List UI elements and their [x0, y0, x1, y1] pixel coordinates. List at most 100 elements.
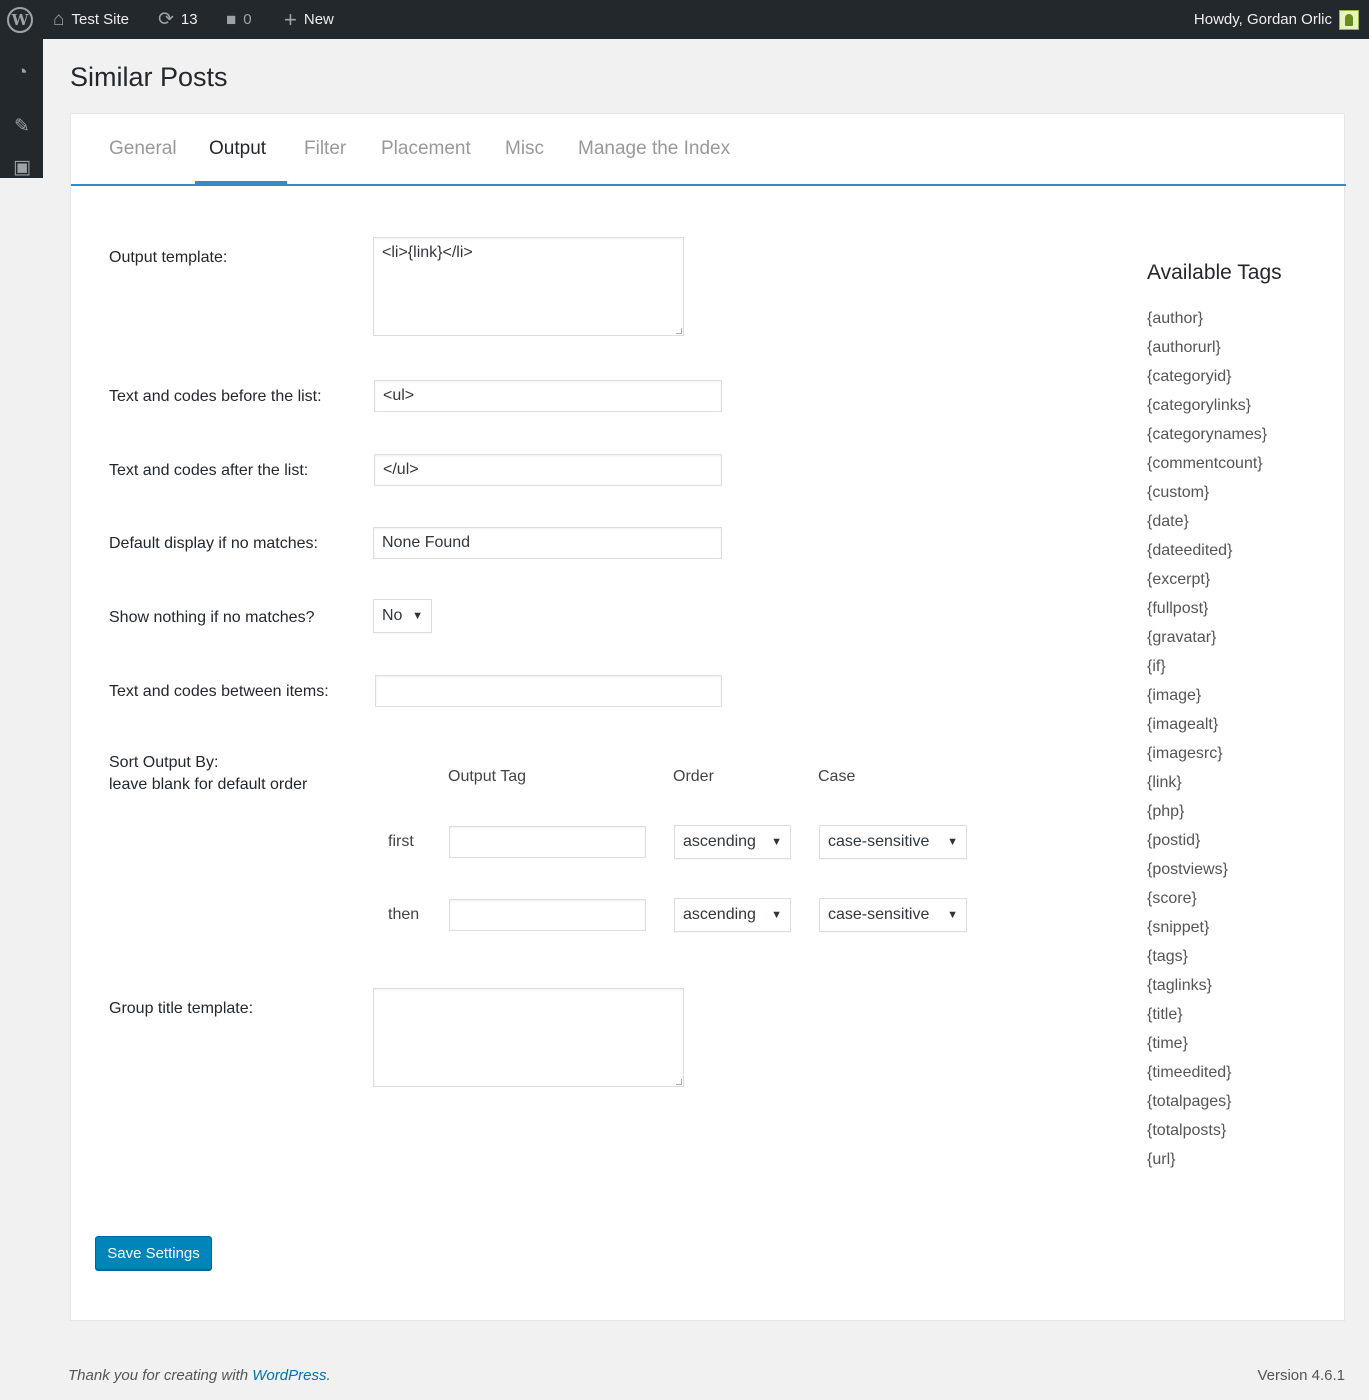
- tab-bar: General Output Filter Placement Misc Man…: [71, 114, 1346, 186]
- available-tag-item: {fullpost}: [1147, 600, 1209, 617]
- sort-then-order-select[interactable]: ascending ▼: [674, 898, 791, 932]
- comment-icon: ■: [226, 9, 237, 29]
- available-tags-title: Available Tags: [1147, 261, 1282, 284]
- no-matches-default-value: None Found: [382, 534, 471, 551]
- available-tag-item: {link}: [1147, 774, 1182, 791]
- resize-grip-icon[interactable]: [676, 1079, 682, 1085]
- media-icon[interactable]: ▣: [11, 156, 33, 178]
- available-tag-item: {imagesrc}: [1147, 745, 1223, 762]
- dashboard-icon[interactable]: ◔: [11, 62, 33, 84]
- after-list-input[interactable]: </ul>: [374, 454, 722, 486]
- caret-down-icon: ▼: [771, 909, 782, 921]
- show-nothing-label: Show nothing if no matches?: [109, 609, 315, 626]
- sort-first-case-select[interactable]: case-sensitive ▼: [819, 825, 967, 859]
- footer-wordpress-link[interactable]: WordPress: [252, 1367, 326, 1384]
- tab-manage-index[interactable]: Manage the Index: [578, 138, 730, 160]
- sort-then-case-value: case-sensitive: [828, 906, 930, 923]
- tab-general[interactable]: General: [109, 138, 177, 160]
- plus-icon: +: [284, 6, 297, 32]
- tab-output[interactable]: Output: [209, 138, 266, 160]
- caret-down-icon: ▼: [947, 836, 958, 848]
- avatar: [1339, 9, 1359, 30]
- sort-first-tag-input[interactable]: [449, 826, 646, 858]
- updates-link[interactable]: ⟳ 13: [158, 0, 198, 39]
- before-list-input[interactable]: <ul>: [374, 380, 722, 412]
- group-title-textarea[interactable]: [373, 988, 684, 1087]
- available-tag-item: {taglinks}: [1147, 977, 1212, 994]
- pin-icon[interactable]: ✎: [11, 115, 33, 137]
- admin-bar: W ⌂ Test Site ⟳ 13 ■ 0 + New Howdy, Gord…: [0, 0, 1369, 39]
- home-icon: ⌂: [53, 8, 65, 30]
- available-tag-item: {categorynames}: [1147, 426, 1268, 443]
- greeting: Howdy, Gordan Orlic: [1193, 11, 1332, 28]
- available-tag-item: {categorylinks}: [1147, 397, 1252, 414]
- no-matches-default-label: Default display if no matches:: [109, 535, 318, 552]
- new-content-link[interactable]: + New: [284, 0, 334, 39]
- before-list-label: Text and codes before the list:: [109, 388, 322, 405]
- show-nothing-select[interactable]: No ▼: [373, 599, 432, 633]
- account-menu[interactable]: Howdy, Gordan Orlic: [1194, 0, 1359, 39]
- available-tag-item: {timeedited}: [1147, 1064, 1232, 1081]
- available-tag-item: {commentcount}: [1147, 455, 1263, 472]
- new-label: New: [303, 11, 334, 28]
- no-matches-default-input[interactable]: None Found: [373, 527, 722, 559]
- available-tag-item: {score}: [1147, 890, 1197, 907]
- tab-filter[interactable]: Filter: [304, 138, 346, 160]
- footer-thanks-prefix: Thank you for creating with: [68, 1367, 253, 1384]
- settings-panel: General Output Filter Placement Misc Man…: [70, 113, 1346, 1321]
- available-tag-item: {custom}: [1147, 484, 1210, 501]
- available-tag-item: {url}: [1147, 1151, 1176, 1168]
- sort-label: Sort Output By:: [109, 754, 219, 771]
- wordpress-logo-icon[interactable]: W: [7, 7, 33, 33]
- output-template-textarea[interactable]: <li>{link}</li>: [373, 237, 684, 336]
- available-tag-item: {dateedited}: [1147, 542, 1233, 559]
- after-list-label: Text and codes after the list:: [109, 462, 309, 479]
- save-settings-button[interactable]: Save Settings: [95, 1236, 212, 1270]
- active-tab-indicator: [195, 181, 287, 185]
- available-tag-item: {date}: [1147, 513, 1189, 530]
- available-tag-item: {totalposts}: [1147, 1122, 1227, 1139]
- output-template-value: <li>{link}</li>: [382, 244, 473, 261]
- available-tags-list: {author} {authorurl} {categoryid} {category…: [1147, 307, 1267, 1177]
- footer-thanks: Thank you for creating with WordPress.: [68, 1367, 331, 1384]
- tab-placement[interactable]: Placement: [381, 138, 471, 160]
- between-items-input[interactable]: [375, 675, 722, 707]
- sort-row-then-label: then: [388, 906, 420, 923]
- available-tag-item: {totalpages}: [1147, 1093, 1232, 1110]
- comments-count: 0: [243, 11, 252, 28]
- available-tag-item: {image}: [1147, 687, 1202, 704]
- sort-col-case: Case: [818, 768, 856, 785]
- comments-link[interactable]: ■ 0: [226, 0, 252, 39]
- sort-col-order: Order: [673, 768, 714, 785]
- admin-side-menu: ◔ ✎ ▣: [0, 39, 43, 178]
- before-list-value: <ul>: [383, 387, 415, 404]
- updates-icon: ⟳: [158, 9, 174, 30]
- site-name-link[interactable]: ⌂ Test Site: [53, 0, 129, 39]
- available-tag-item: {title}: [1147, 1006, 1183, 1023]
- sort-first-case-value: case-sensitive: [828, 833, 930, 850]
- sort-then-tag-input[interactable]: [449, 899, 646, 931]
- resize-grip-icon[interactable]: [676, 328, 682, 334]
- sort-first-order-value: ascending: [683, 833, 756, 850]
- show-nothing-value: No: [382, 607, 403, 624]
- available-tag-item: {php}: [1147, 803, 1185, 820]
- sort-first-order-select[interactable]: ascending ▼: [674, 825, 791, 859]
- caret-down-icon: ▼: [771, 836, 782, 848]
- footer-thanks-suffix: .: [326, 1367, 331, 1384]
- sort-then-case-select[interactable]: case-sensitive ▼: [819, 898, 967, 932]
- between-items-label: Text and codes between items:: [109, 683, 329, 700]
- available-tag-item: {authorurl}: [1147, 339, 1221, 356]
- available-tag-item: {author}: [1147, 310, 1204, 327]
- page-title: Similar Posts: [70, 62, 228, 92]
- available-tag-item: {categoryid}: [1147, 368, 1232, 385]
- available-tag-item: {if}: [1147, 658, 1166, 675]
- available-tag-item: {imagealt}: [1147, 716, 1219, 733]
- tab-misc[interactable]: Misc: [505, 138, 544, 160]
- sort-row-first-label: first: [388, 833, 414, 850]
- available-tag-item: {time}: [1147, 1035, 1188, 1052]
- group-title-label: Group title template:: [109, 1000, 254, 1017]
- available-tag-item: {postid}: [1147, 832, 1201, 849]
- after-list-value: </ul>: [383, 461, 419, 478]
- sort-hint: leave blank for default order: [109, 776, 308, 793]
- sort-then-order-value: ascending: [683, 906, 756, 923]
